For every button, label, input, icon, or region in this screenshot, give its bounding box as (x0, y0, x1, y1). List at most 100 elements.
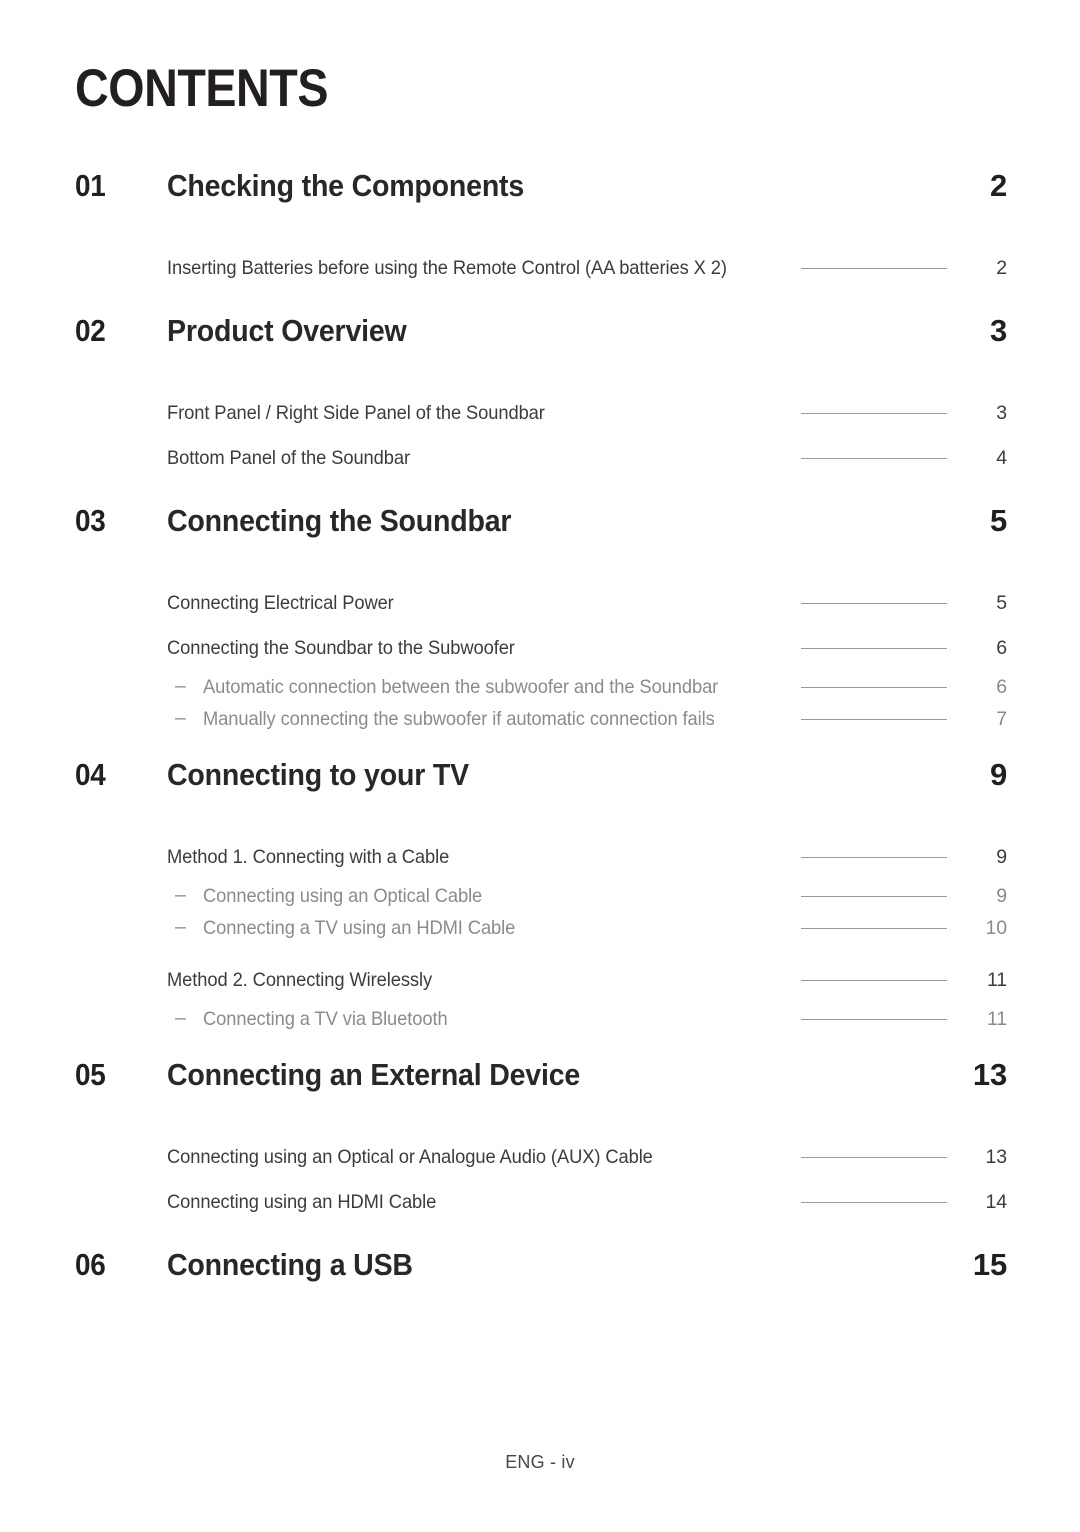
toc-entry-page-number: 2 (996, 257, 1007, 279)
chapter-title: Connecting an External Device (167, 1057, 581, 1092)
chapter-page-number: 5 (989, 503, 1007, 538)
toc-entry-page-number: 3 (996, 402, 1007, 424)
chapter-title: Product Overview (167, 313, 407, 348)
toc-entry-page-number: 11 (986, 969, 1007, 991)
toc-subentry-row[interactable]: – Connecting a TV via Bluetooth 11 (0, 1003, 1080, 1035)
leader-line (801, 1157, 947, 1158)
toc-entry-row[interactable]: Method 1. Connecting with a Cable 9 (0, 835, 1080, 880)
toc-section: 06 Connecting a USB 15 (0, 1225, 1080, 1311)
dash-bullet-icon: – (175, 916, 186, 939)
dash-bullet-icon: – (175, 1007, 186, 1030)
toc-entry-label: Bottom Panel of the Soundbar (167, 447, 410, 469)
toc-subentry-row[interactable]: – Automatic connection between the subwoo… (0, 671, 1080, 703)
toc-entry-page-number: 11 (986, 1007, 1007, 1030)
leader-line (801, 603, 947, 604)
dash-bullet-icon: – (175, 675, 186, 698)
toc-entry-label: Connecting using an Optical or Analogue … (167, 1146, 653, 1168)
toc-section: 03 Connecting the Soundbar 5 Connecting Ele… (0, 481, 1080, 735)
chapter-number: 05 (75, 1057, 106, 1092)
toc-entry-page-number: 14 (985, 1191, 1008, 1213)
chapter-page-number: 13 (972, 1057, 1007, 1092)
leader-line (801, 895, 947, 897)
chapter-page-number: 2 (989, 168, 1007, 203)
leader-line (801, 1202, 947, 1203)
chapter-title: Connecting a USB (167, 1247, 413, 1282)
dash-bullet-icon: – (175, 707, 186, 730)
toc-chapter-row[interactable]: 01 Checking the Components 2 (0, 168, 1080, 232)
chapter-number: 03 (75, 503, 106, 538)
toc-subentry-row[interactable]: – Connecting using an Optical Cable 9 (0, 880, 1080, 912)
leader-line (801, 718, 947, 720)
toc-entry-page-number: 6 (996, 675, 1007, 698)
page-footer: ENG - iv (505, 1452, 575, 1472)
toc-chapter-row[interactable]: 05 Connecting an External Device 13 (0, 1057, 1080, 1121)
toc-entry-row[interactable]: Bottom Panel of the Soundbar 4 (0, 436, 1080, 481)
leader-line (801, 648, 947, 649)
toc-entry-row[interactable]: Connecting using an HDMI Cable 14 (0, 1180, 1080, 1225)
leader-line (801, 268, 947, 269)
toc-entry-label: Connecting using an HDMI Cable (167, 1191, 437, 1213)
chapter-number: 02 (75, 313, 106, 348)
table-of-contents: 01 Checking the Components 2 Inserting Batt… (0, 168, 1080, 1311)
chapter-title: Connecting the Soundbar (167, 503, 512, 538)
toc-entry-row[interactable]: Connecting the Soundbar to the Subwoofer… (0, 626, 1080, 671)
toc-entry-label: Automatic connection between the subwoof… (203, 675, 719, 698)
leader-line (801, 1018, 947, 1020)
toc-chapter-row[interactable]: 03 Connecting the Soundbar 5 (0, 503, 1080, 567)
toc-chapter-row[interactable]: 02 Product Overview 3 (0, 313, 1080, 377)
toc-entry-label: Manually connecting the subwoofer if aut… (203, 707, 715, 730)
toc-entry-label: Connecting using an Optical Cable (203, 884, 483, 907)
leader-line (801, 686, 947, 688)
chapter-number: 04 (75, 757, 106, 792)
toc-section: 01 Checking the Components 2 Inserting Batt… (0, 168, 1080, 291)
toc-subentry-row[interactable]: – Connecting a TV using an HDMI Cable 10 (0, 912, 1080, 944)
toc-entry-row[interactable]: Connecting Electrical Power 5 (0, 581, 1080, 626)
toc-entry-page-number: 13 (985, 1146, 1008, 1168)
chapter-number: 01 (75, 168, 106, 203)
toc-entry-row[interactable]: Inserting Batteries before using the Rem… (0, 246, 1080, 291)
toc-entry-page-number: 9 (996, 884, 1007, 907)
chapter-number: 06 (75, 1247, 106, 1282)
toc-section: 04 Connecting to your TV 9 Method 1. Connec… (0, 735, 1080, 1035)
leader-line (801, 458, 947, 459)
chapter-page-number: 15 (972, 1247, 1007, 1282)
toc-entry-page-number: 10 (985, 916, 1008, 939)
dash-bullet-icon: – (175, 884, 186, 907)
toc-section: 05 Connecting an External Device 13 Connect… (0, 1035, 1080, 1225)
leader-line (801, 980, 947, 981)
toc-entry-page-number: 4 (996, 447, 1007, 469)
leader-line (801, 413, 947, 414)
toc-entry-row[interactable]: Front Panel / Right Side Panel of the So… (0, 391, 1080, 436)
chapter-title: Connecting to your TV (167, 757, 469, 792)
toc-entry-label: Connecting a TV using an HDMI Cable (203, 916, 516, 939)
toc-entry-row[interactable]: Method 2. Connecting Wirelessly 11 (0, 958, 1080, 1003)
toc-chapter-row[interactable]: 04 Connecting to your TV 9 (0, 757, 1080, 821)
leader-line (801, 857, 947, 858)
page-title: CONTENTS (75, 59, 328, 118)
toc-subentry-row[interactable]: – Manually connecting the subwoofer if au… (0, 703, 1080, 735)
toc-entry-row[interactable]: Connecting using an Optical or Analogue … (0, 1135, 1080, 1180)
chapter-page-number: 9 (989, 757, 1007, 792)
toc-entry-label: Front Panel / Right Side Panel of the So… (167, 402, 545, 424)
toc-entry-label: Connecting the Soundbar to the Subwoofer (167, 637, 515, 659)
toc-entry-page-number: 9 (996, 846, 1007, 868)
contents-page: CONTENTS 01 Checking the Components 2 Inser… (0, 0, 1080, 1532)
toc-entry-label: Inserting Batteries before using the Rem… (167, 257, 727, 279)
chapter-title: Checking the Components (167, 168, 525, 203)
toc-chapter-row[interactable]: 06 Connecting a USB 15 (0, 1247, 1080, 1311)
toc-entry-label: Method 2. Connecting Wirelessly (167, 969, 433, 991)
toc-section: 02 Product Overview 3 Front Panel / Right S… (0, 291, 1080, 481)
toc-entry-label: Method 1. Connecting with a Cable (167, 846, 450, 868)
leader-line (801, 927, 947, 929)
